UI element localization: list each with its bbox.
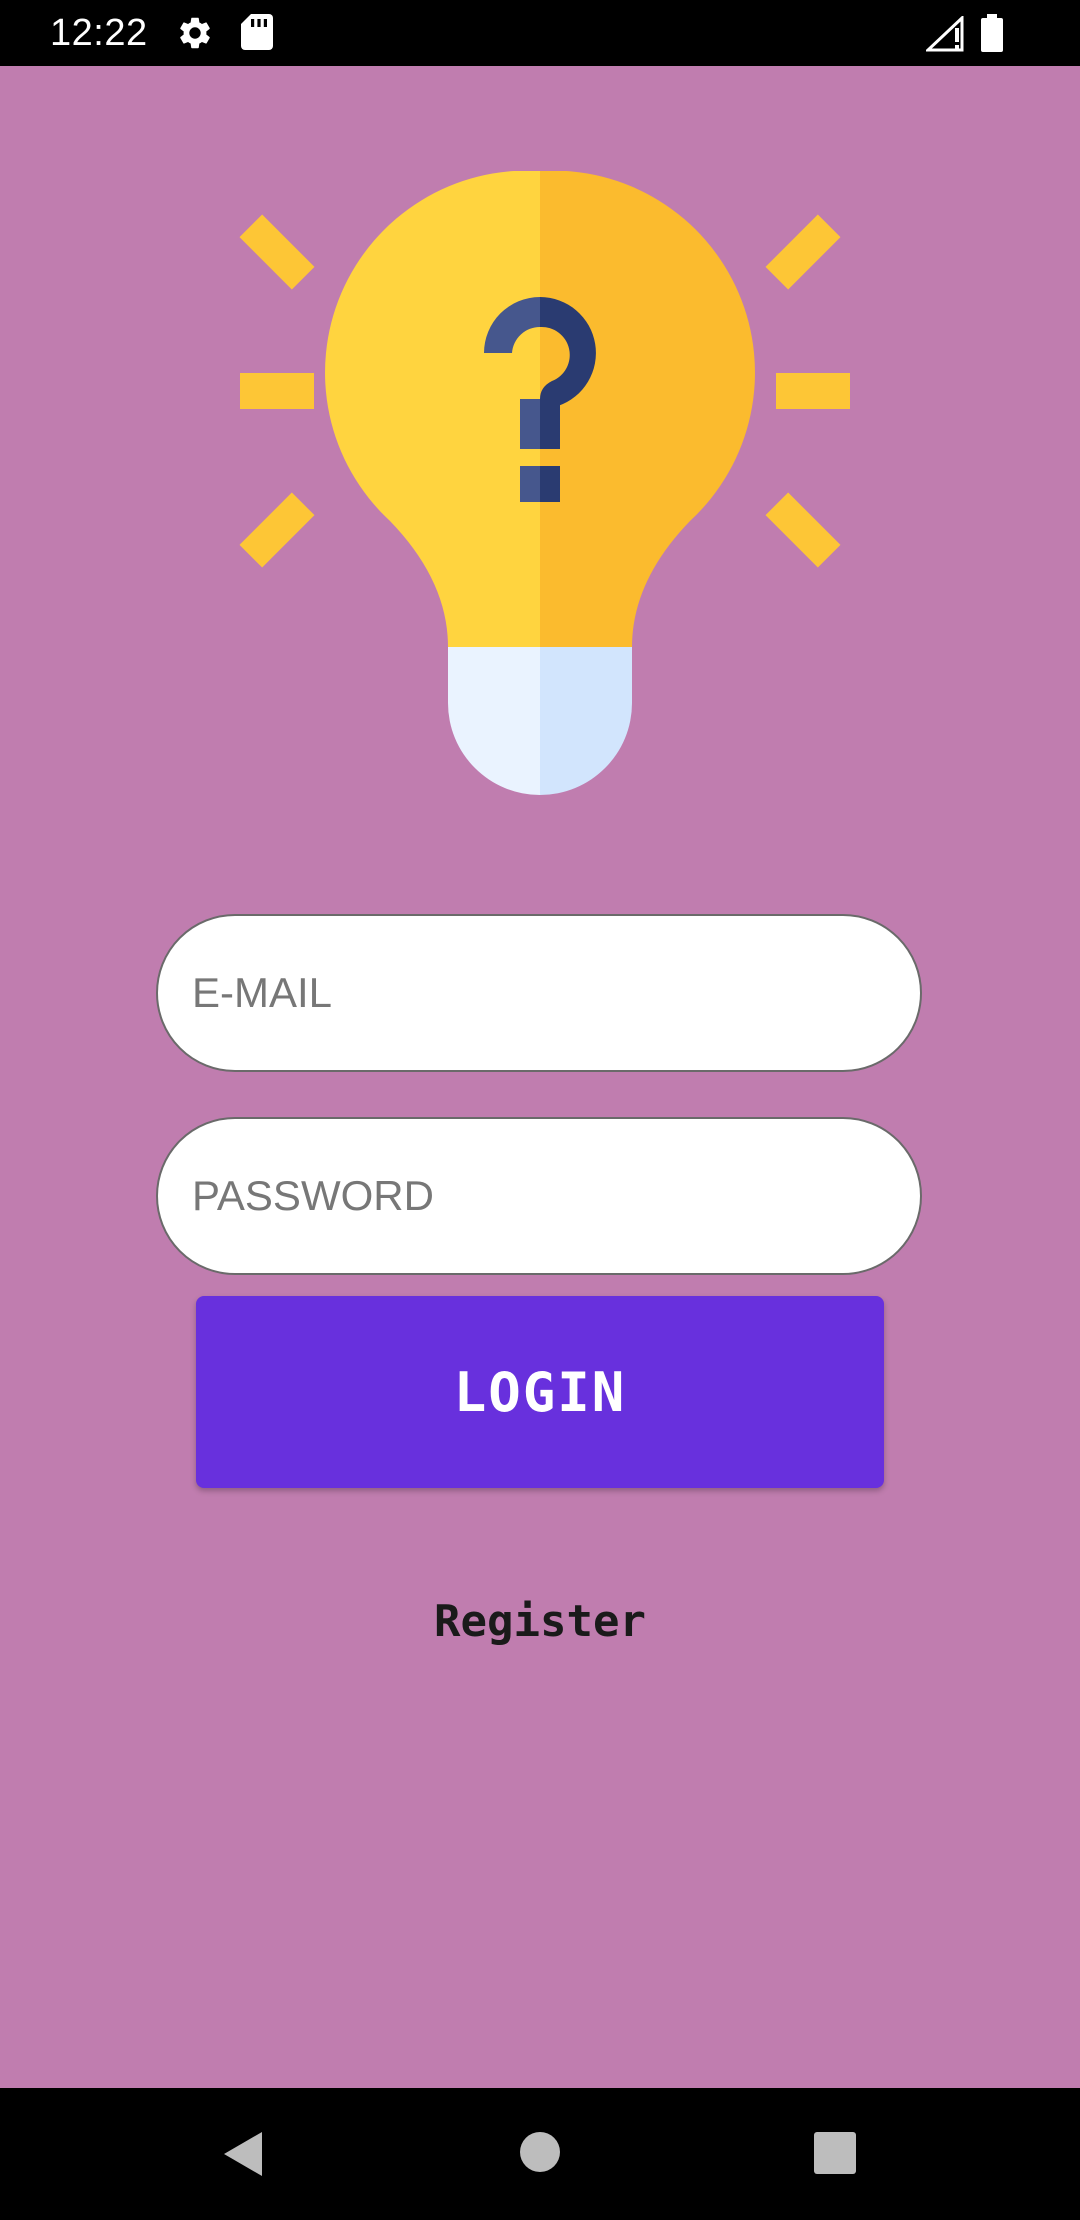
recents-icon[interactable] [813, 2131, 857, 2180]
email-input[interactable] [190, 968, 920, 1018]
signal-icon [924, 14, 964, 57]
home-icon[interactable] [519, 2131, 561, 2178]
email-field[interactable] [156, 914, 922, 1072]
password-field[interactable] [156, 1117, 922, 1275]
register-link[interactable]: Register [0, 1596, 1080, 1647]
back-icon[interactable] [222, 2130, 264, 2183]
status-time: 12:22 [50, 12, 148, 54]
status-bar: 12:22 [0, 0, 1080, 66]
lightbulb-question-icon [220, 170, 860, 831]
sd-card-icon [241, 14, 273, 55]
login-button[interactable]: LOGIN [196, 1296, 884, 1488]
password-input[interactable] [190, 1171, 920, 1221]
settings-icon [176, 14, 214, 57]
navigation-bar [0, 2088, 1080, 2220]
login-screen: LOGIN Register [0, 66, 1080, 2088]
battery-icon [980, 14, 1004, 57]
